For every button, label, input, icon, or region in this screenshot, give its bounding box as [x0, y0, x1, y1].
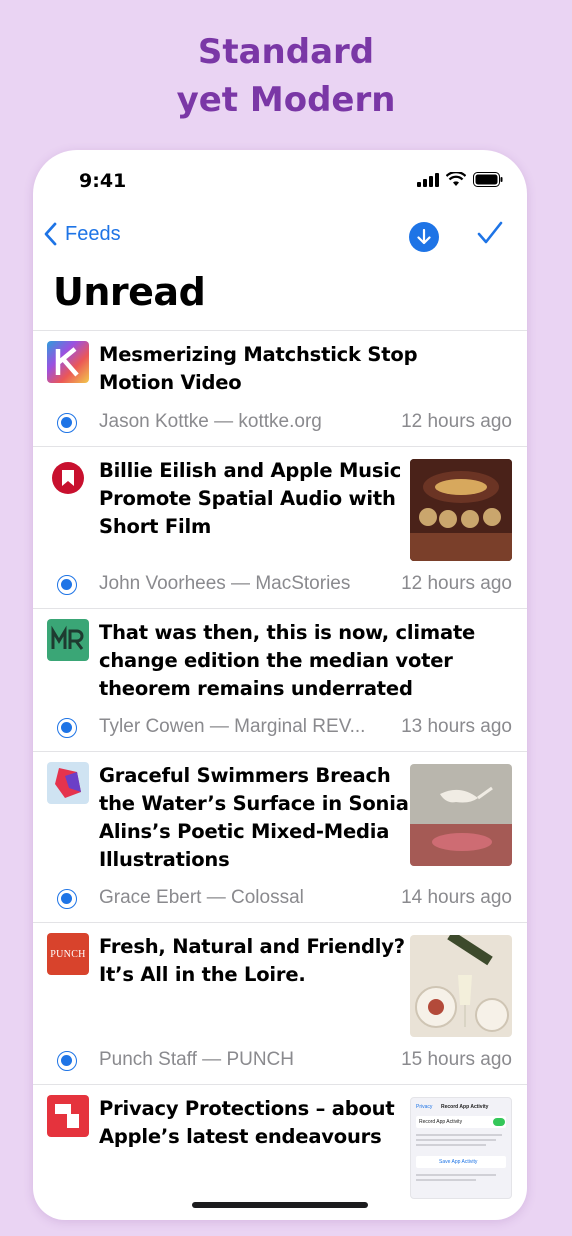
article-thumbnail [410, 459, 512, 561]
article-timestamp: 14 hours ago [401, 887, 512, 908]
marginal-revolution-icon [47, 619, 89, 661]
promo-line-2: yet Modern [176, 80, 396, 120]
article-row[interactable]: Privacy Protections – about Apple’s late… [33, 1084, 527, 1220]
article-title: That was then, this is now, climate chan… [99, 621, 476, 700]
article-timestamp: 12 hours ago [401, 411, 512, 432]
mark-below-read-button[interactable] [409, 222, 439, 252]
article-thumbnail [410, 764, 512, 866]
punch-icon: PUNCH [47, 933, 89, 975]
unread-indicator [57, 718, 77, 738]
article-byline: Punch Staff — PUNCH [99, 1049, 295, 1070]
article-row[interactable]: Billie Eilish and Apple Music Promote Sp… [33, 446, 527, 608]
home-indicator[interactable] [192, 1202, 368, 1208]
arrow-down-icon [417, 229, 431, 245]
promo-line-1: Standard [197, 32, 375, 72]
article-title: Mesmerizing Matchstick Stop Motion Video [99, 343, 418, 394]
phone-screen: 9:41 Feeds Unread Mesmerizing Matchstick… [33, 150, 527, 1220]
article-row[interactable]: PUNCH Fresh, Natural and Friendly? It’s … [33, 922, 527, 1084]
colossal-icon [47, 762, 89, 804]
promo-headline: Standard yet Modern [0, 28, 572, 124]
page-title: Unread [53, 270, 206, 314]
article-title: Privacy Protections – about Apple’s late… [99, 1097, 395, 1148]
unread-indicator [57, 1051, 77, 1071]
status-bar: 9:41 [33, 150, 527, 210]
article-byline: Jason Kottke — kottke.org [99, 411, 322, 432]
article-row[interactable]: Graceful Swimmers Breach the Water’s Sur… [33, 751, 527, 922]
status-time: 9:41 [79, 170, 127, 192]
unread-indicator [57, 575, 77, 595]
article-title: Graceful Swimmers Breach the Water’s Sur… [99, 764, 409, 871]
article-row[interactable]: That was then, this is now, climate chan… [33, 608, 527, 751]
article-timestamp: 15 hours ago [401, 1049, 512, 1070]
back-label: Feeds [65, 222, 121, 245]
back-to-feeds-button[interactable]: Feeds [43, 222, 121, 246]
mark-all-read-button[interactable] [477, 220, 503, 251]
unread-indicator [57, 413, 77, 433]
status-icons [417, 172, 503, 187]
article-timestamp: 12 hours ago [401, 573, 512, 594]
article-byline: John Voorhees — MacStories [99, 573, 351, 594]
cellular-signal-icon [417, 172, 439, 187]
techsound-icon [47, 1095, 89, 1137]
article-byline: Tyler Cowen — Marginal REV... [99, 716, 366, 737]
article-row[interactable]: Mesmerizing Matchstick Stop Motion Video… [33, 330, 527, 446]
article-title: Billie Eilish and Apple Music Promote Sp… [99, 459, 402, 538]
macstories-icon [47, 457, 89, 499]
battery-icon [473, 172, 503, 187]
article-thumbnail [410, 935, 512, 1037]
article-thumbnail: Privacy Record App Activity Record App A… [410, 1097, 512, 1199]
wifi-icon [446, 172, 466, 186]
navigation-bar: Feeds [33, 218, 527, 258]
kottke-icon [47, 341, 89, 383]
article-timestamp: 13 hours ago [401, 716, 512, 737]
checkmark-icon [477, 221, 503, 244]
article-list: Mesmerizing Matchstick Stop Motion Video… [33, 330, 527, 1220]
chevron-left-icon [44, 222, 57, 246]
article-byline: Grace Ebert — Colossal [99, 887, 304, 908]
article-title: Fresh, Natural and Friendly? It’s All in… [99, 935, 405, 986]
unread-indicator [57, 889, 77, 909]
